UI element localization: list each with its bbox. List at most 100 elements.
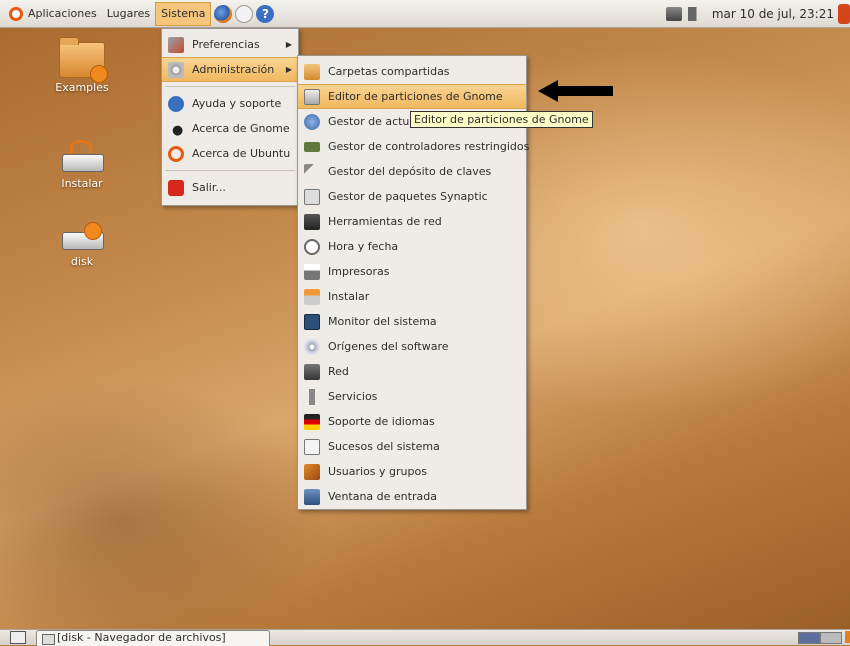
system-tray: mar 10 de jul, 23:21 — [665, 0, 850, 27]
menu-item-synaptic[interactable]: Gestor de paquetes Synaptic — [298, 184, 526, 209]
lock-badge-icon — [90, 65, 108, 83]
menu-item-carpetas-compartidas[interactable]: Carpetas compartidas — [298, 59, 526, 84]
network-tools-icon — [304, 213, 320, 230]
menu-item-acerca-ubuntu[interactable]: Acerca de Ubuntu — [162, 141, 298, 166]
sistema-menu: Preferencias ▶ Administración ▶ Ayuda y … — [161, 28, 299, 206]
log-icon — [304, 438, 320, 455]
folder-icon — [59, 37, 108, 83]
workspace-2[interactable] — [820, 632, 842, 644]
menu-item-instalar[interactable]: Instalar — [298, 284, 526, 309]
menu-aplicaciones[interactable]: Aplicaciones — [4, 2, 102, 26]
menu-item-label: Hora y fecha — [328, 240, 399, 253]
menu-item-label: Instalar — [328, 290, 370, 303]
menu-item-red[interactable]: Red — [298, 359, 526, 384]
tooltip: Editor de particiones de Gnome — [410, 111, 593, 128]
menu-item-label: Red — [328, 365, 349, 378]
menu-sistema[interactable]: Sistema — [155, 1, 212, 26]
help-icon — [168, 95, 184, 112]
menu-item-label: Gestor de paquetes Synaptic — [328, 190, 488, 203]
synaptic-icon — [304, 188, 320, 205]
menu-item-label: Herramientas de red — [328, 215, 442, 228]
show-desktop-icon[interactable] — [10, 631, 26, 644]
menu-lugares[interactable]: Lugares — [102, 2, 155, 26]
printer-icon — [304, 263, 320, 280]
menu-item-ayuda[interactable]: Ayuda y soporte — [162, 91, 298, 116]
login-window-icon — [304, 488, 320, 505]
file-browser-icon — [42, 634, 55, 645]
network-icon — [304, 363, 320, 380]
desktop-icon-label: disk — [70, 255, 94, 268]
quit-icon[interactable] — [838, 3, 850, 24]
desktop-icon-instalar[interactable]: Instalar — [50, 140, 114, 190]
users-icon — [304, 463, 320, 480]
menu-label: Sistema — [161, 7, 206, 20]
menu-item-gestor-controladores[interactable]: Gestor de controladores restringidos — [298, 134, 529, 159]
install-drive-icon — [60, 140, 104, 174]
workspace-switcher[interactable] — [798, 632, 842, 644]
taskbar-window-button[interactable]: [disk - Navegador de archivos] — [36, 630, 270, 646]
shared-folder-icon — [304, 63, 320, 80]
menu-item-editor-particiones[interactable]: Editor de particiones de Gnome — [298, 84, 526, 109]
partition-editor-icon — [304, 88, 320, 105]
menu-item-label: Editor de particiones de Gnome — [328, 90, 503, 103]
menu-item-origenes-software[interactable]: Orígenes del software — [298, 334, 526, 359]
menu-item-usuarios-grupos[interactable]: Usuarios y grupos — [298, 459, 526, 484]
services-icon — [304, 388, 320, 405]
menu-item-label: Usuarios y grupos — [328, 465, 427, 478]
install-icon — [304, 288, 320, 305]
firefox-icon[interactable] — [214, 4, 233, 23]
update-manager-icon — [304, 113, 320, 130]
menu-item-preferencias[interactable]: Preferencias ▶ — [162, 32, 298, 57]
power-icon — [168, 179, 184, 196]
network-status-icon[interactable] — [665, 6, 682, 21]
taskbar-window-label: [disk - Navegador de archivos] — [57, 631, 226, 644]
keyring-icon — [304, 163, 320, 180]
menu-item-label: Servicios — [328, 390, 378, 403]
menu-item-label: Impresoras — [328, 265, 390, 278]
menu-item-label: Ayuda y soporte — [192, 97, 282, 110]
menu-item-label: Carpetas compartidas — [328, 65, 450, 78]
desktop-icon-examples[interactable]: Examples — [50, 37, 114, 94]
menu-label: Aplicaciones — [28, 7, 97, 20]
menu-item-herramientas-red[interactable]: Herramientas de red — [298, 209, 526, 234]
trash-icon[interactable] — [845, 631, 850, 643]
bottom-panel: [disk - Navegador de archivos] — [0, 629, 850, 646]
desktop-icon-label: Instalar — [61, 177, 103, 190]
desktop-icon-label: Examples — [55, 81, 109, 94]
ubuntu-logo-icon — [9, 6, 23, 21]
mail-icon[interactable] — [235, 4, 254, 23]
desktop-icon-disk[interactable]: disk — [50, 222, 114, 268]
preferences-icon — [168, 36, 184, 53]
menu-item-label: Soporte de idiomas — [328, 415, 435, 428]
menu-item-impresoras[interactable]: Impresoras — [298, 259, 526, 284]
menu-item-monitor-sistema[interactable]: Monitor del sistema — [298, 309, 526, 334]
menu-item-label: Orígenes del software — [328, 340, 449, 353]
menu-item-label: Preferencias — [192, 38, 260, 51]
language-icon — [304, 413, 320, 430]
menu-item-label: Sucesos del sistema — [328, 440, 440, 453]
menu-item-label: Gestor del depósito de claves — [328, 165, 492, 178]
submenu-arrow-icon: ▶ — [285, 40, 292, 49]
help-icon[interactable]: ? — [256, 4, 275, 23]
menu-item-acerca-gnome[interactable]: Acerca de Gnome — [162, 116, 298, 141]
top-panel: Aplicaciones Lugares Sistema ? mar 10 de… — [0, 0, 850, 28]
clock-icon — [304, 238, 320, 255]
menu-item-administracion[interactable]: Administración ▶ — [162, 57, 298, 82]
menu-item-salir[interactable]: Salir... — [162, 175, 298, 200]
menu-item-deposito-claves[interactable]: Gestor del depósito de claves — [298, 159, 526, 184]
menu-separator — [165, 86, 295, 87]
menu-item-label: Acerca de Gnome — [192, 122, 290, 135]
menu-item-sucesos-sistema[interactable]: Sucesos del sistema — [298, 434, 526, 459]
menu-item-label: Salir... — [192, 181, 226, 194]
workspace-1[interactable] — [798, 632, 820, 644]
volume-icon[interactable] — [687, 6, 706, 21]
menu-label: Lugares — [106, 7, 151, 20]
submenu-arrow-icon: ▶ — [285, 65, 292, 74]
menu-item-ventana-entrada[interactable]: Ventana de entrada — [298, 484, 526, 509]
menu-item-servicios[interactable]: Servicios — [298, 384, 526, 409]
menu-item-hora-fecha[interactable]: Hora y fecha — [298, 234, 526, 259]
menu-item-label: Administración — [192, 63, 275, 76]
menu-item-soporte-idiomas[interactable]: Soporte de idiomas — [298, 409, 526, 434]
menu-item-label: Gestor de actua — [328, 115, 417, 128]
clock[interactable]: mar 10 de jul, 23:21 — [712, 7, 834, 21]
